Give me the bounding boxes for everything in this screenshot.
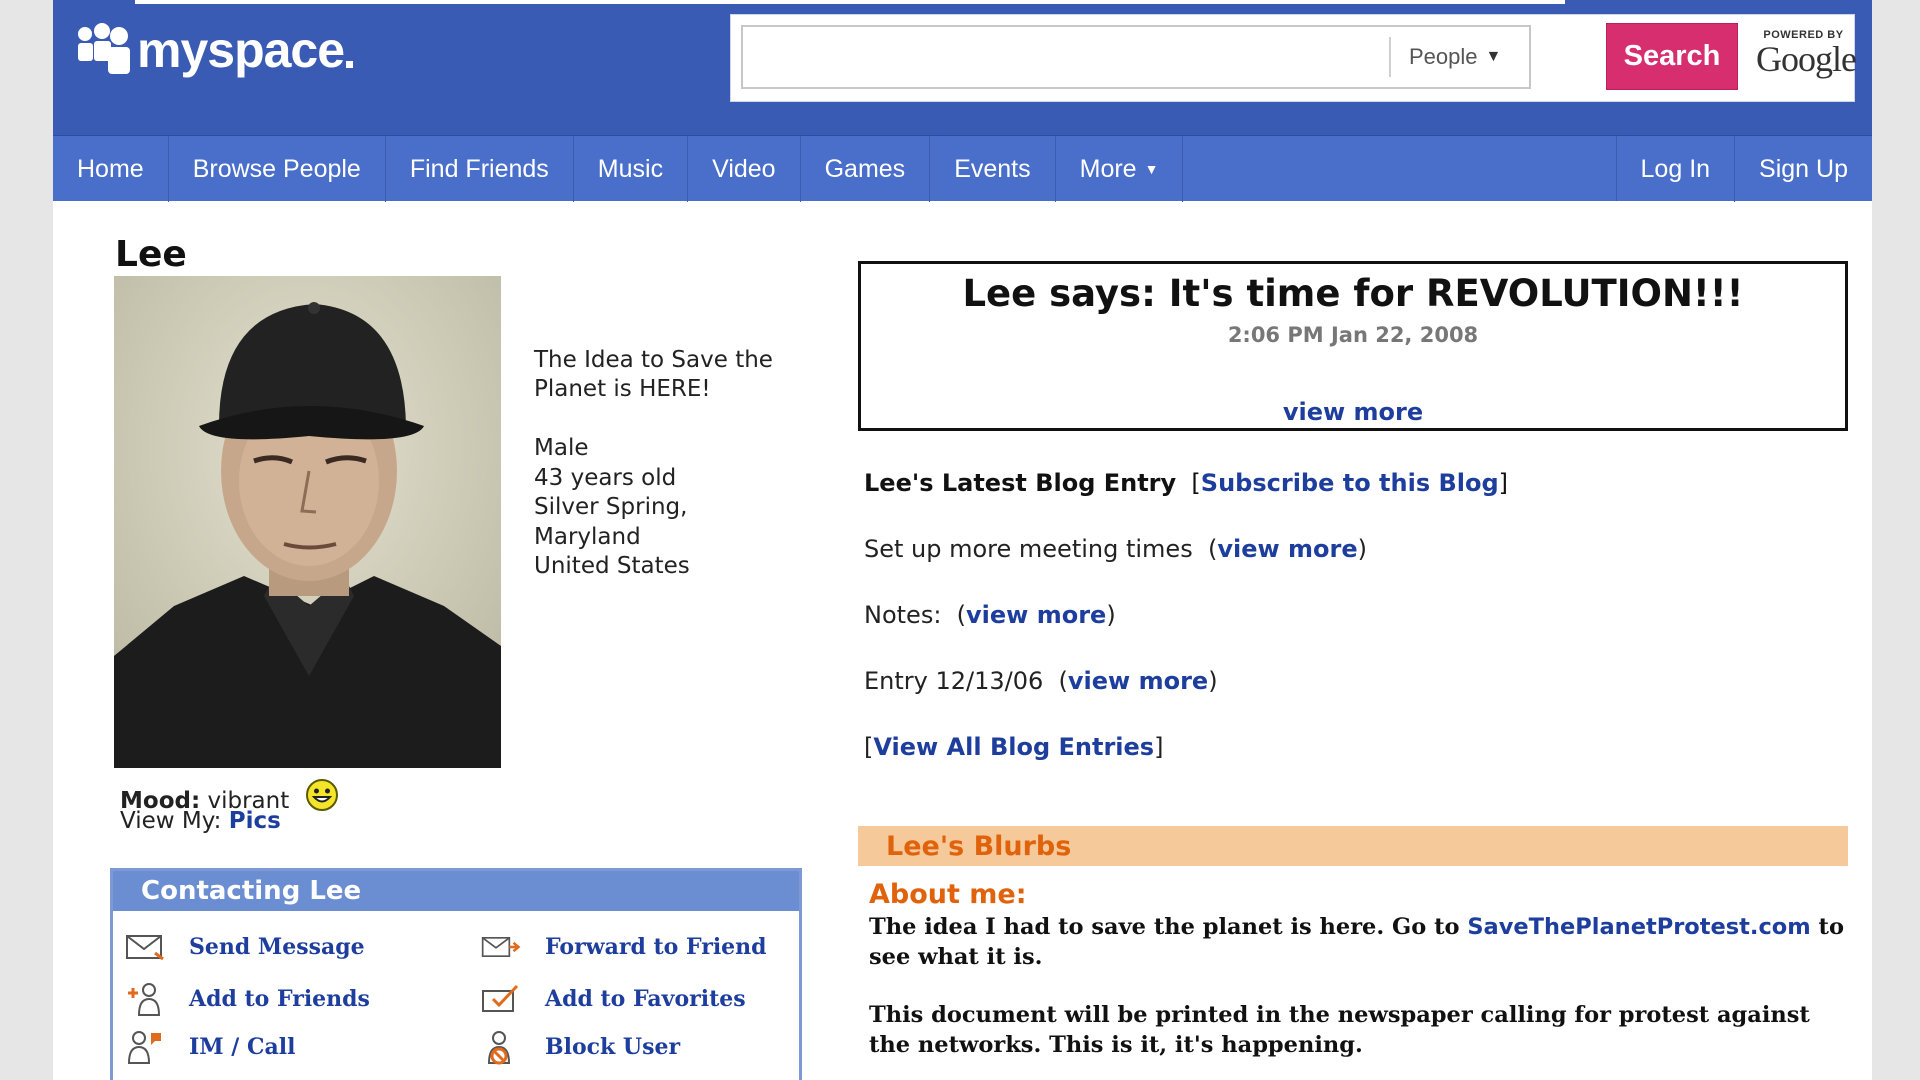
view-my-label: View My: <box>120 808 222 834</box>
add-to-favorites-label: Add to Favorites <box>545 986 746 1012</box>
status-view-more-link[interactable]: view more <box>1283 398 1423 426</box>
forward-to-friend-label: Forward to Friend <box>545 934 767 960</box>
forward-to-friend-button[interactable]: Forward to Friend <box>481 929 767 965</box>
nav-video[interactable]: Video <box>688 136 801 202</box>
send-message-button[interactable]: Send Message <box>125 929 365 965</box>
profile-gender: Male <box>534 435 589 461</box>
logo-text: myspace <box>137 22 345 78</box>
blog-section-title: Lee's Latest Blog Entry [Subscribe to th… <box>864 469 1509 497</box>
blog-entry-title: Set up more meeting times <box>864 535 1193 563</box>
forward-envelope-icon <box>481 929 521 965</box>
blog-entry-title: Notes: <box>864 601 942 629</box>
blog-title: Lee's Latest Blog Entry <box>864 469 1177 497</box>
chevron-down-icon: ▼ <box>1144 161 1159 177</box>
chat-person-icon <box>125 1029 165 1065</box>
logo-dot <box>346 60 354 68</box>
status-view-more-container: view more <box>861 398 1845 426</box>
view-all-blog-entries: [View All Blog Entries] <box>864 733 1164 761</box>
blog-entry: Notes: (view more) <box>864 601 1116 629</box>
blog-entry-view-more-link[interactable]: view more <box>966 601 1106 629</box>
nav-games[interactable]: Games <box>801 136 931 202</box>
add-friend-icon <box>125 981 165 1017</box>
search-button[interactable]: Search <box>1606 23 1738 90</box>
im-call-button[interactable]: IM / Call <box>125 1029 295 1065</box>
profile-country: United States <box>534 553 690 579</box>
chevron-down-icon: ▼ <box>1485 48 1502 65</box>
im-call-label: IM / Call <box>189 1034 296 1060</box>
view-pics-link[interactable]: Pics <box>229 808 281 834</box>
nav-browse-people[interactable]: Browse People <box>169 136 386 202</box>
profile-photo-image <box>114 276 501 768</box>
save-the-planet-link[interactable]: SaveThePlanetProtest.com <box>1467 914 1810 940</box>
envelope-icon <box>125 929 165 965</box>
nav-spacer <box>1183 136 1617 201</box>
blog-entry-title: Entry 12/13/06 <box>864 667 1044 695</box>
nav-log-in[interactable]: Log In <box>1617 136 1736 202</box>
add-to-favorites-button[interactable]: Add to Favorites <box>481 981 746 1017</box>
nav-find-friends[interactable]: Find Friends <box>386 136 574 202</box>
smiley-icon <box>305 779 338 811</box>
subscribe-blog-link[interactable]: Subscribe to this Blog <box>1201 469 1499 497</box>
google-logo-text: Google <box>1756 39 1857 79</box>
search-bar: People ▼ Search POWERED BY Google <box>730 14 1857 102</box>
profile-photo[interactable] <box>114 276 501 768</box>
profile-headline: The Idea to Save the Planet is HERE! <box>534 347 773 402</box>
page: myspace People ▼ Search POWERED BY Googl… <box>53 0 1872 1080</box>
nav-home[interactable]: Home <box>53 136 169 202</box>
contact-box-title: Contacting Lee <box>113 871 799 911</box>
view-my-line: View My: Pics <box>120 808 281 834</box>
powered-by-google: POWERED BY Google <box>1756 29 1857 79</box>
about-me-paragraph: The idea I had to save the planet is her… <box>869 913 1849 972</box>
profile-city: Silver Spring, <box>534 494 688 520</box>
favorites-check-icon <box>481 981 521 1017</box>
blog-entry-view-more-link[interactable]: view more <box>1068 667 1208 695</box>
profile-name: Lee <box>115 234 187 275</box>
about-me-paragraph: This document will be printed in the new… <box>869 1002 1810 1058</box>
blog-entry: Entry 12/13/06 (view more) <box>864 667 1218 695</box>
about-me-text-before-link: The idea I had to save the planet is her… <box>869 914 1460 940</box>
site-header: myspace People ▼ Search POWERED BY Googl… <box>53 0 1872 135</box>
send-message-label: Send Message <box>189 934 365 960</box>
status-box: Lee says: It's time for REVOLUTION!!! 2:… <box>858 261 1848 431</box>
block-user-icon <box>481 1029 521 1065</box>
profile-details: Male 43 years old Silver Spring, Marylan… <box>534 434 690 582</box>
block-user-label: Block User <box>545 1034 681 1060</box>
main-nav: Home Browse People Find Friends Music Vi… <box>53 135 1872 202</box>
blog-entry: Set up more meeting times (view more) <box>864 535 1367 563</box>
status-timestamp: 2:06 PM Jan 22, 2008 <box>1227 323 1479 347</box>
contact-box: Contacting Lee Send Message Forward to F… <box>110 868 802 1080</box>
profile-state: Maryland <box>534 523 641 550</box>
about-me-text: The idea I had to save the planet is her… <box>869 913 1849 1080</box>
status-text: Lee says: It's time for REVOLUTION!!! <box>962 272 1744 315</box>
nav-more-label: More <box>1079 154 1137 183</box>
block-user-button[interactable]: Block User <box>481 1029 680 1065</box>
nav-more[interactable]: More ▼ <box>1056 136 1184 202</box>
myspace-logo[interactable]: myspace <box>75 20 354 80</box>
add-to-friends-label: Add to Friends <box>189 986 370 1012</box>
search-scope-select[interactable]: People ▼ <box>1389 37 1501 77</box>
nav-sign-up[interactable]: Sign Up <box>1735 136 1872 202</box>
header-top-line <box>135 0 1565 4</box>
blog-entry-view-more-link[interactable]: view more <box>1217 535 1357 563</box>
view-all-blog-entries-link[interactable]: View All Blog Entries <box>873 733 1154 761</box>
about-me-heading: About me: <box>869 879 1027 910</box>
profile-age: 43 years old <box>534 464 677 491</box>
add-to-friends-button[interactable]: Add to Friends <box>125 981 370 1017</box>
search-scope-label: People <box>1409 44 1478 69</box>
blurbs-header: Lee's Blurbs <box>858 826 1848 866</box>
people-logo-icon <box>78 23 130 74</box>
nav-events[interactable]: Events <box>930 136 1056 202</box>
nav-music[interactable]: Music <box>574 136 689 202</box>
